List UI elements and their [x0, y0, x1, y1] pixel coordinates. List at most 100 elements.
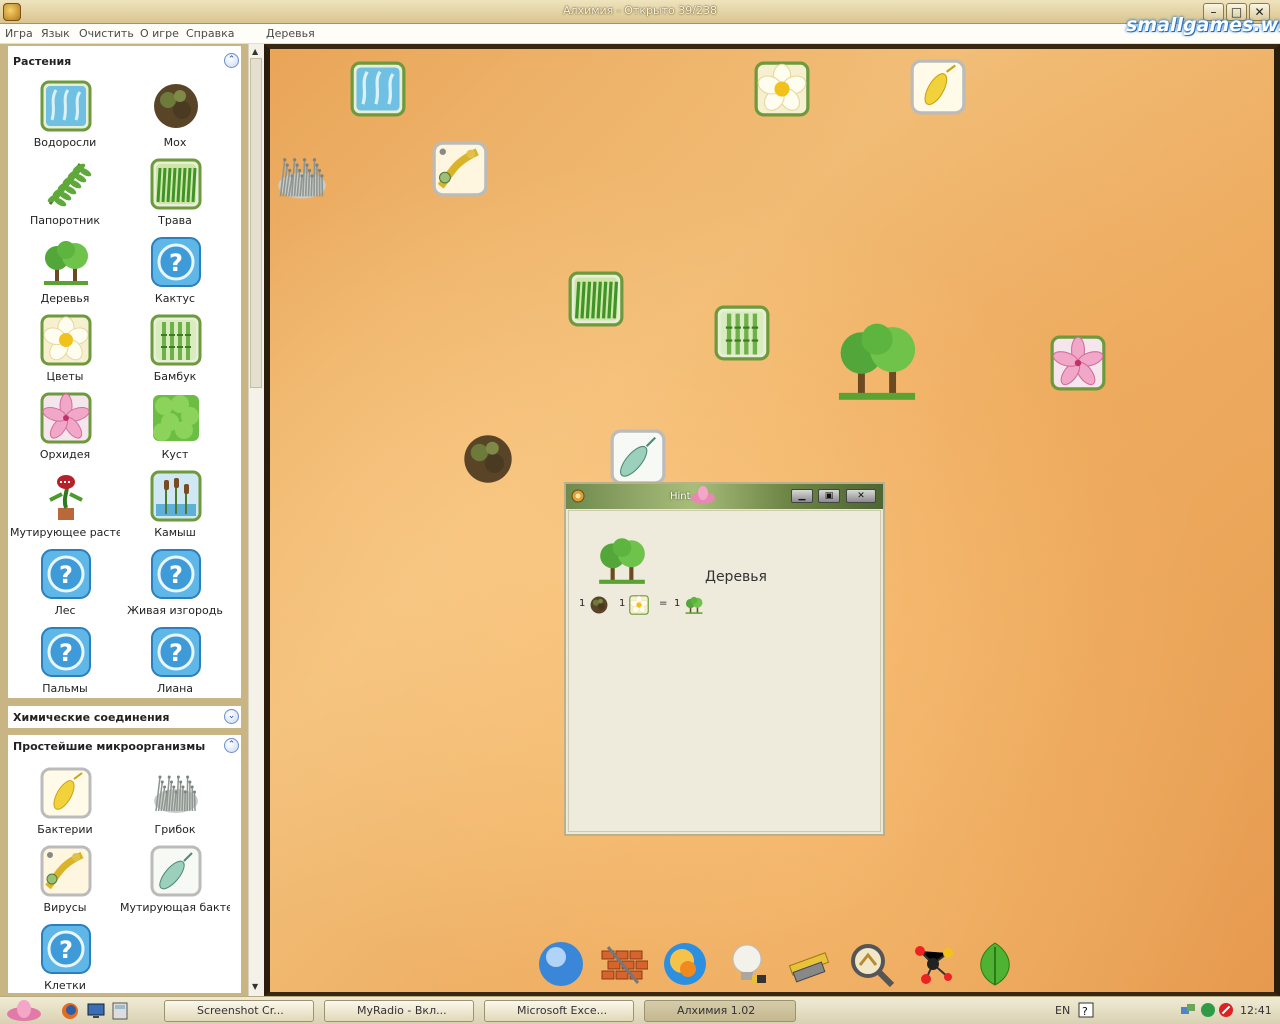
menu-about[interactable]: О игре	[140, 27, 179, 40]
menu-help[interactable]: Справка	[186, 27, 234, 40]
no-entry-icon[interactable]	[1218, 1002, 1234, 1018]
menu-game[interactable]: Игра	[5, 27, 33, 40]
recipe-qty-result: 1	[674, 598, 681, 609]
unknown-icon: ?	[40, 626, 92, 678]
element-tile[interactable]: Орхидея	[10, 392, 120, 470]
bamboo-icon	[150, 314, 202, 366]
recipe-qty-a: 1	[579, 598, 586, 609]
element-label: Мутирующее растени	[10, 526, 120, 539]
expand-icon[interactable]: ⌄	[224, 709, 239, 724]
taskbar: Screenshot Cr... MyRadio - Вкл... Micros…	[0, 996, 1280, 1024]
element-label: Камыш	[154, 526, 196, 539]
hint-maximize-button[interactable]: ▣	[818, 489, 840, 503]
calculator-icon[interactable]	[110, 1001, 130, 1021]
hint-body: Деревья 1 1 = 1	[568, 510, 881, 832]
element-tile[interactable]: Мох	[120, 80, 230, 158]
element-tile[interactable]: Папоротник	[10, 158, 120, 236]
unknown-icon: ?	[150, 548, 202, 600]
hint-titlebar[interactable]: Hint ▁ ▣ ✕	[566, 484, 883, 509]
plants-panel-header[interactable]: Растения ⌃	[8, 46, 241, 74]
collapse-icon[interactable]: ⌃	[224, 738, 239, 753]
unknown-icon: ?	[40, 923, 92, 975]
flower-icon	[629, 595, 649, 615]
element-tile[interactable]: Вирусы	[10, 845, 120, 923]
hint-close-button[interactable]: ✕	[846, 489, 876, 503]
element-label: Трава	[158, 214, 192, 227]
fern-icon	[40, 158, 92, 210]
menu-clear[interactable]: Очистить	[79, 27, 134, 40]
magnifier-icon[interactable]	[846, 939, 896, 989]
element-tile[interactable]: ? Кактус	[120, 236, 230, 314]
chemistry-panel: Химические соединения ⌄	[8, 706, 241, 728]
title-bar: Алхимия - Открыто 39/238 – □ ✕	[0, 0, 1280, 24]
trees-element[interactable]	[832, 315, 922, 405]
scroll-down-icon[interactable]: ▼	[252, 982, 258, 991]
language-indicator[interactable]: EN	[1055, 1004, 1070, 1017]
plants-panel-title: Растения	[13, 55, 72, 68]
sidebar: Растения ⌃ Водоросли Мох Папоротник Трава Де…	[0, 44, 248, 996]
chemistry-panel-header[interactable]: Химические соединения ⌄	[8, 706, 241, 728]
lightbulb-icon[interactable]	[722, 939, 772, 989]
antivirus-icon[interactable]	[1200, 1002, 1216, 1018]
algae-element[interactable]	[350, 61, 406, 117]
orchid-element[interactable]	[1050, 335, 1106, 391]
element-tile[interactable]: ? Лес	[10, 548, 120, 626]
element-tile[interactable]: Цветы	[10, 314, 120, 392]
task-alchemy[interactable]: Алхимия 1.02	[644, 1000, 796, 1022]
menu-language[interactable]: Язык	[41, 27, 70, 40]
bamboo-element[interactable]	[714, 305, 770, 361]
window-title: Алхимия - Открыто 39/238	[563, 4, 717, 17]
svg-text:?: ?	[169, 639, 183, 667]
scrollbar-thumb[interactable]	[250, 58, 262, 388]
mutant-bacteria-element[interactable]	[610, 429, 666, 485]
hint-element-name: Деревья	[705, 569, 767, 585]
element-tile[interactable]: Бамбук	[120, 314, 230, 392]
network-icon[interactable]	[1180, 1002, 1196, 1018]
firefox-icon[interactable]	[60, 1001, 80, 1021]
start-lotus-icon[interactable]	[4, 999, 44, 1023]
element-label: Водоросли	[33, 136, 97, 149]
collapse-icon[interactable]: ⌃	[224, 53, 239, 68]
molecule-icon[interactable]	[908, 939, 958, 989]
fungus-element[interactable]	[274, 149, 330, 205]
leaf-icon[interactable]	[970, 939, 1020, 989]
grass-element[interactable]	[568, 271, 624, 327]
atom-icon[interactable]	[660, 939, 710, 989]
moss-icon	[589, 595, 609, 615]
element-tile[interactable]: Бактерии	[10, 767, 120, 845]
task-myradio[interactable]: MyRadio - Вкл...	[324, 1000, 474, 1022]
help-icon[interactable]: ?	[1078, 1002, 1094, 1018]
bricks-icon[interactable]	[598, 939, 649, 989]
bacteria-element[interactable]	[910, 59, 966, 115]
element-tile[interactable]: Мутирующее растени	[10, 470, 120, 548]
app-icon	[571, 489, 585, 503]
task-excel[interactable]: Microsoft Exce...	[484, 1000, 634, 1022]
element-tile[interactable]: Мутирующая бактер	[120, 845, 230, 923]
tools-icon[interactable]	[784, 939, 834, 989]
flower-element[interactable]	[754, 61, 810, 117]
sphere-icon[interactable]	[536, 939, 586, 989]
scroll-up-icon[interactable]: ▲	[252, 47, 258, 56]
element-tile[interactable]: Грибок	[120, 767, 230, 845]
element-tile[interactable]: Куст	[120, 392, 230, 470]
element-tile[interactable]: Камыш	[120, 470, 230, 548]
moss-element[interactable]	[460, 431, 516, 487]
trees-icon	[595, 533, 649, 587]
element-label: Деревья	[40, 292, 90, 305]
element-tile[interactable]: Деревья	[10, 236, 120, 314]
element-tile[interactable]: Трава	[120, 158, 230, 236]
hint-minimize-button[interactable]: ▁	[791, 489, 813, 503]
element-tile[interactable]: ? Живая изгородь	[120, 548, 230, 626]
lotus-icon	[691, 486, 715, 504]
element-tile[interactable]: ? Клетки	[10, 923, 120, 1001]
algae-icon	[40, 80, 92, 132]
element-tile[interactable]: ? Пальмы	[10, 626, 120, 704]
bush-icon	[150, 392, 202, 444]
element-tile[interactable]: ? Лиана	[120, 626, 230, 704]
element-tile[interactable]: Водоросли	[10, 80, 120, 158]
task-screenshot[interactable]: Screenshot Cr...	[164, 1000, 314, 1022]
microorganisms-panel-header[interactable]: Простейшие микроорганизмы ⌃	[8, 735, 241, 763]
sidebar-scrollbar[interactable]: ▲ ▼	[248, 44, 264, 996]
virus-element[interactable]	[432, 141, 488, 197]
desktop-icon[interactable]	[86, 1001, 106, 1021]
